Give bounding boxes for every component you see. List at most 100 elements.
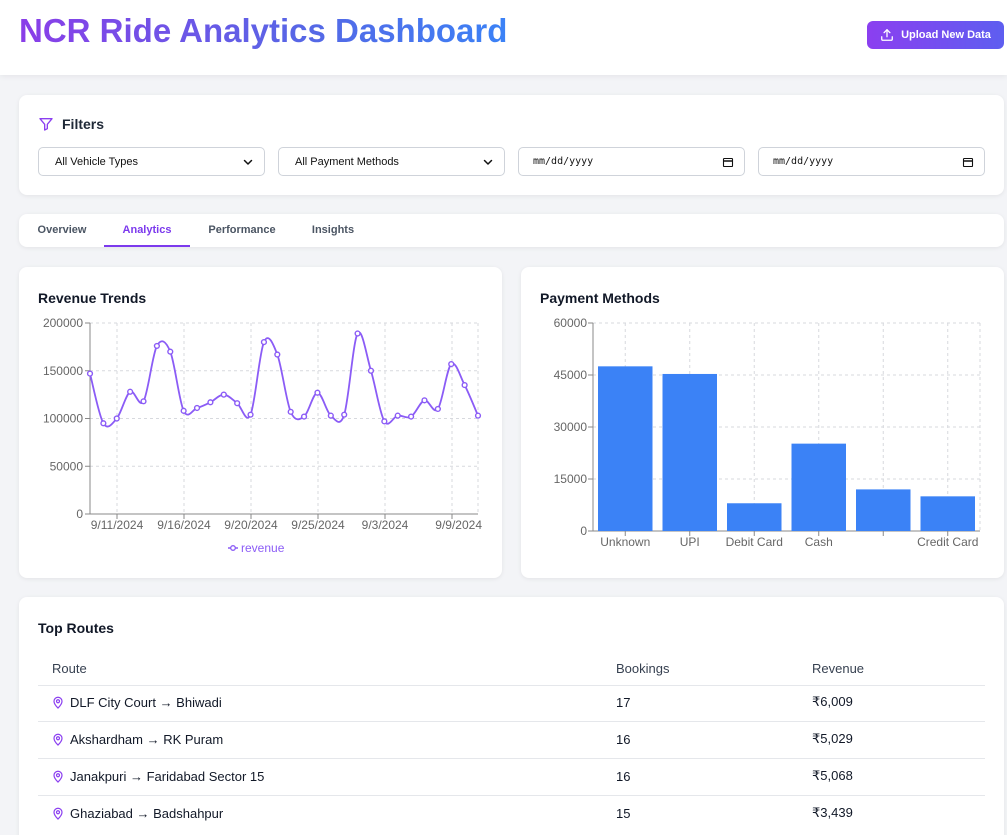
data-point[interactable] <box>300 413 308 420</box>
data-point[interactable] <box>180 407 187 414</box>
bar[interactable] <box>727 503 782 531</box>
revenue-value: ₹5,068 <box>812 768 853 784</box>
x-tick-label: 9/11/2024 <box>91 518 144 532</box>
data-point[interactable] <box>100 420 107 427</box>
tab-insights[interactable]: Insights <box>299 214 367 247</box>
data-point[interactable] <box>381 418 388 425</box>
row-divider <box>38 758 985 759</box>
revenue-value: ₹3,439 <box>812 805 853 821</box>
data-point[interactable] <box>474 412 482 419</box>
data-point[interactable] <box>421 397 428 404</box>
upload-icon <box>881 29 893 41</box>
data-point[interactable] <box>314 389 321 396</box>
x-tick-label: Credit Card <box>917 535 978 549</box>
y-tick-label: 50000 <box>50 459 84 473</box>
data-point[interactable] <box>127 388 134 395</box>
top-routes-card: Top Routes Route Bookings Revenue DLF Ci… <box>19 597 1004 835</box>
data-point[interactable] <box>327 412 334 419</box>
bookings-count: 15 <box>616 805 630 821</box>
filters-panel: Filters All Vehicle Types All Payment Me… <box>19 95 1004 195</box>
y-tick-label: 60000 <box>554 316 588 330</box>
data-point[interactable] <box>220 391 227 398</box>
x-tick-label: 9/25/2024 <box>291 518 345 532</box>
filters-title: Filters <box>62 116 105 132</box>
route-name: Akshardham → RK Puram <box>52 731 223 747</box>
date-to-placeholder: mm/dd/yyyy <box>773 156 834 167</box>
data-point[interactable] <box>287 408 294 415</box>
data-point[interactable] <box>113 415 120 422</box>
row-divider <box>38 721 985 722</box>
data-point[interactable] <box>434 405 441 413</box>
data-point[interactable] <box>86 370 94 377</box>
vehicle-type-select[interactable]: All Vehicle Types <box>38 147 265 176</box>
y-tick-label: 200000 <box>43 316 83 330</box>
map-pin-icon <box>53 770 63 783</box>
data-point[interactable] <box>193 404 201 412</box>
route-name: Ghaziabad → Badshahpur <box>52 805 223 821</box>
y-tick-label: 15000 <box>554 472 588 486</box>
data-point[interactable] <box>461 381 468 389</box>
column-header-bookings: Bookings <box>616 661 670 676</box>
data-point[interactable] <box>354 330 361 337</box>
y-tick-label: 0 <box>580 524 587 538</box>
x-tick-label: Debit Card <box>726 535 783 549</box>
row-divider <box>38 795 985 796</box>
tab-performance[interactable]: Performance <box>200 214 284 247</box>
payment-method-value: All Payment Methods <box>295 155 399 168</box>
tab-overview[interactable]: Overview <box>24 214 100 247</box>
data-point[interactable] <box>153 342 160 350</box>
data-point[interactable] <box>341 411 348 418</box>
data-point[interactable] <box>260 338 268 346</box>
data-point[interactable] <box>448 360 455 368</box>
revenue-value-text: ₹5,068 <box>812 768 853 783</box>
y-tick-label: 150000 <box>43 364 83 378</box>
data-point[interactable] <box>234 400 241 407</box>
route-name-text: Akshardham → RK Puram <box>70 731 224 747</box>
date-to-input[interactable]: mm/dd/yyyy <box>758 147 985 176</box>
date-from-placeholder: mm/dd/yyyy <box>533 156 594 167</box>
bar[interactable] <box>662 373 718 531</box>
legend-marker <box>230 545 236 551</box>
chart-legend: revenue <box>228 541 285 555</box>
calendar-icon[interactable] <box>962 156 974 168</box>
bookings-count: 16 <box>616 731 630 747</box>
tab-analytics[interactable]: Analytics <box>104 214 190 247</box>
bookings-count-text: 16 <box>616 768 631 784</box>
data-point[interactable] <box>367 367 375 374</box>
column-header-route: Route <box>52 661 87 676</box>
data-point[interactable] <box>207 399 214 406</box>
filters-header: Filters <box>38 116 104 132</box>
bookings-count: 16 <box>616 768 630 784</box>
x-tick-label: 9/3/2024 <box>362 518 409 532</box>
x-tick-label: 9/16/2024 <box>157 518 211 532</box>
bar[interactable] <box>920 496 976 531</box>
upload-label: Upload New Data <box>901 29 991 41</box>
map-pin-icon <box>53 807 63 820</box>
y-tick-label: 45000 <box>554 368 588 382</box>
bar[interactable] <box>598 366 653 531</box>
page-title: NCR Ride Analytics Dashboard <box>19 12 508 49</box>
data-point[interactable] <box>408 413 415 420</box>
revenue-trends-card: Revenue Trends 0 50000 100000 150000 200000 9… <box>19 267 502 578</box>
date-from-input[interactable]: mm/dd/yyyy <box>518 147 745 176</box>
data-point[interactable] <box>274 351 281 358</box>
payment-method-select[interactable]: All Payment Methods <box>278 147 505 176</box>
bookings-count-text: 16 <box>616 731 631 747</box>
bar[interactable] <box>791 443 847 531</box>
calendar-icon[interactable] <box>722 156 734 168</box>
revenue-value: ₹5,029 <box>812 731 853 747</box>
data-point[interactable] <box>140 398 147 405</box>
route-name: DLF City Court → Bhiwadi <box>52 694 222 710</box>
bar[interactable] <box>856 489 911 531</box>
upload-new-data-button[interactable]: Upload New Data <box>867 21 1004 49</box>
payment-bar-chart: 0 15000 30000 45000 60000 Unknown UPI Debit Car… <box>554 316 981 549</box>
chevron-down-icon <box>243 159 253 165</box>
data-point[interactable] <box>167 348 174 355</box>
tab-bar: Overview Analytics Performance Insights <box>19 214 1004 247</box>
data-point[interactable] <box>247 411 254 418</box>
filter-icon <box>39 118 53 131</box>
data-point[interactable] <box>394 412 401 419</box>
x-tick-label: 9/20/2024 <box>224 518 278 532</box>
bookings-count-text: 15 <box>616 805 631 821</box>
y-tick-label: 100000 <box>43 412 83 426</box>
